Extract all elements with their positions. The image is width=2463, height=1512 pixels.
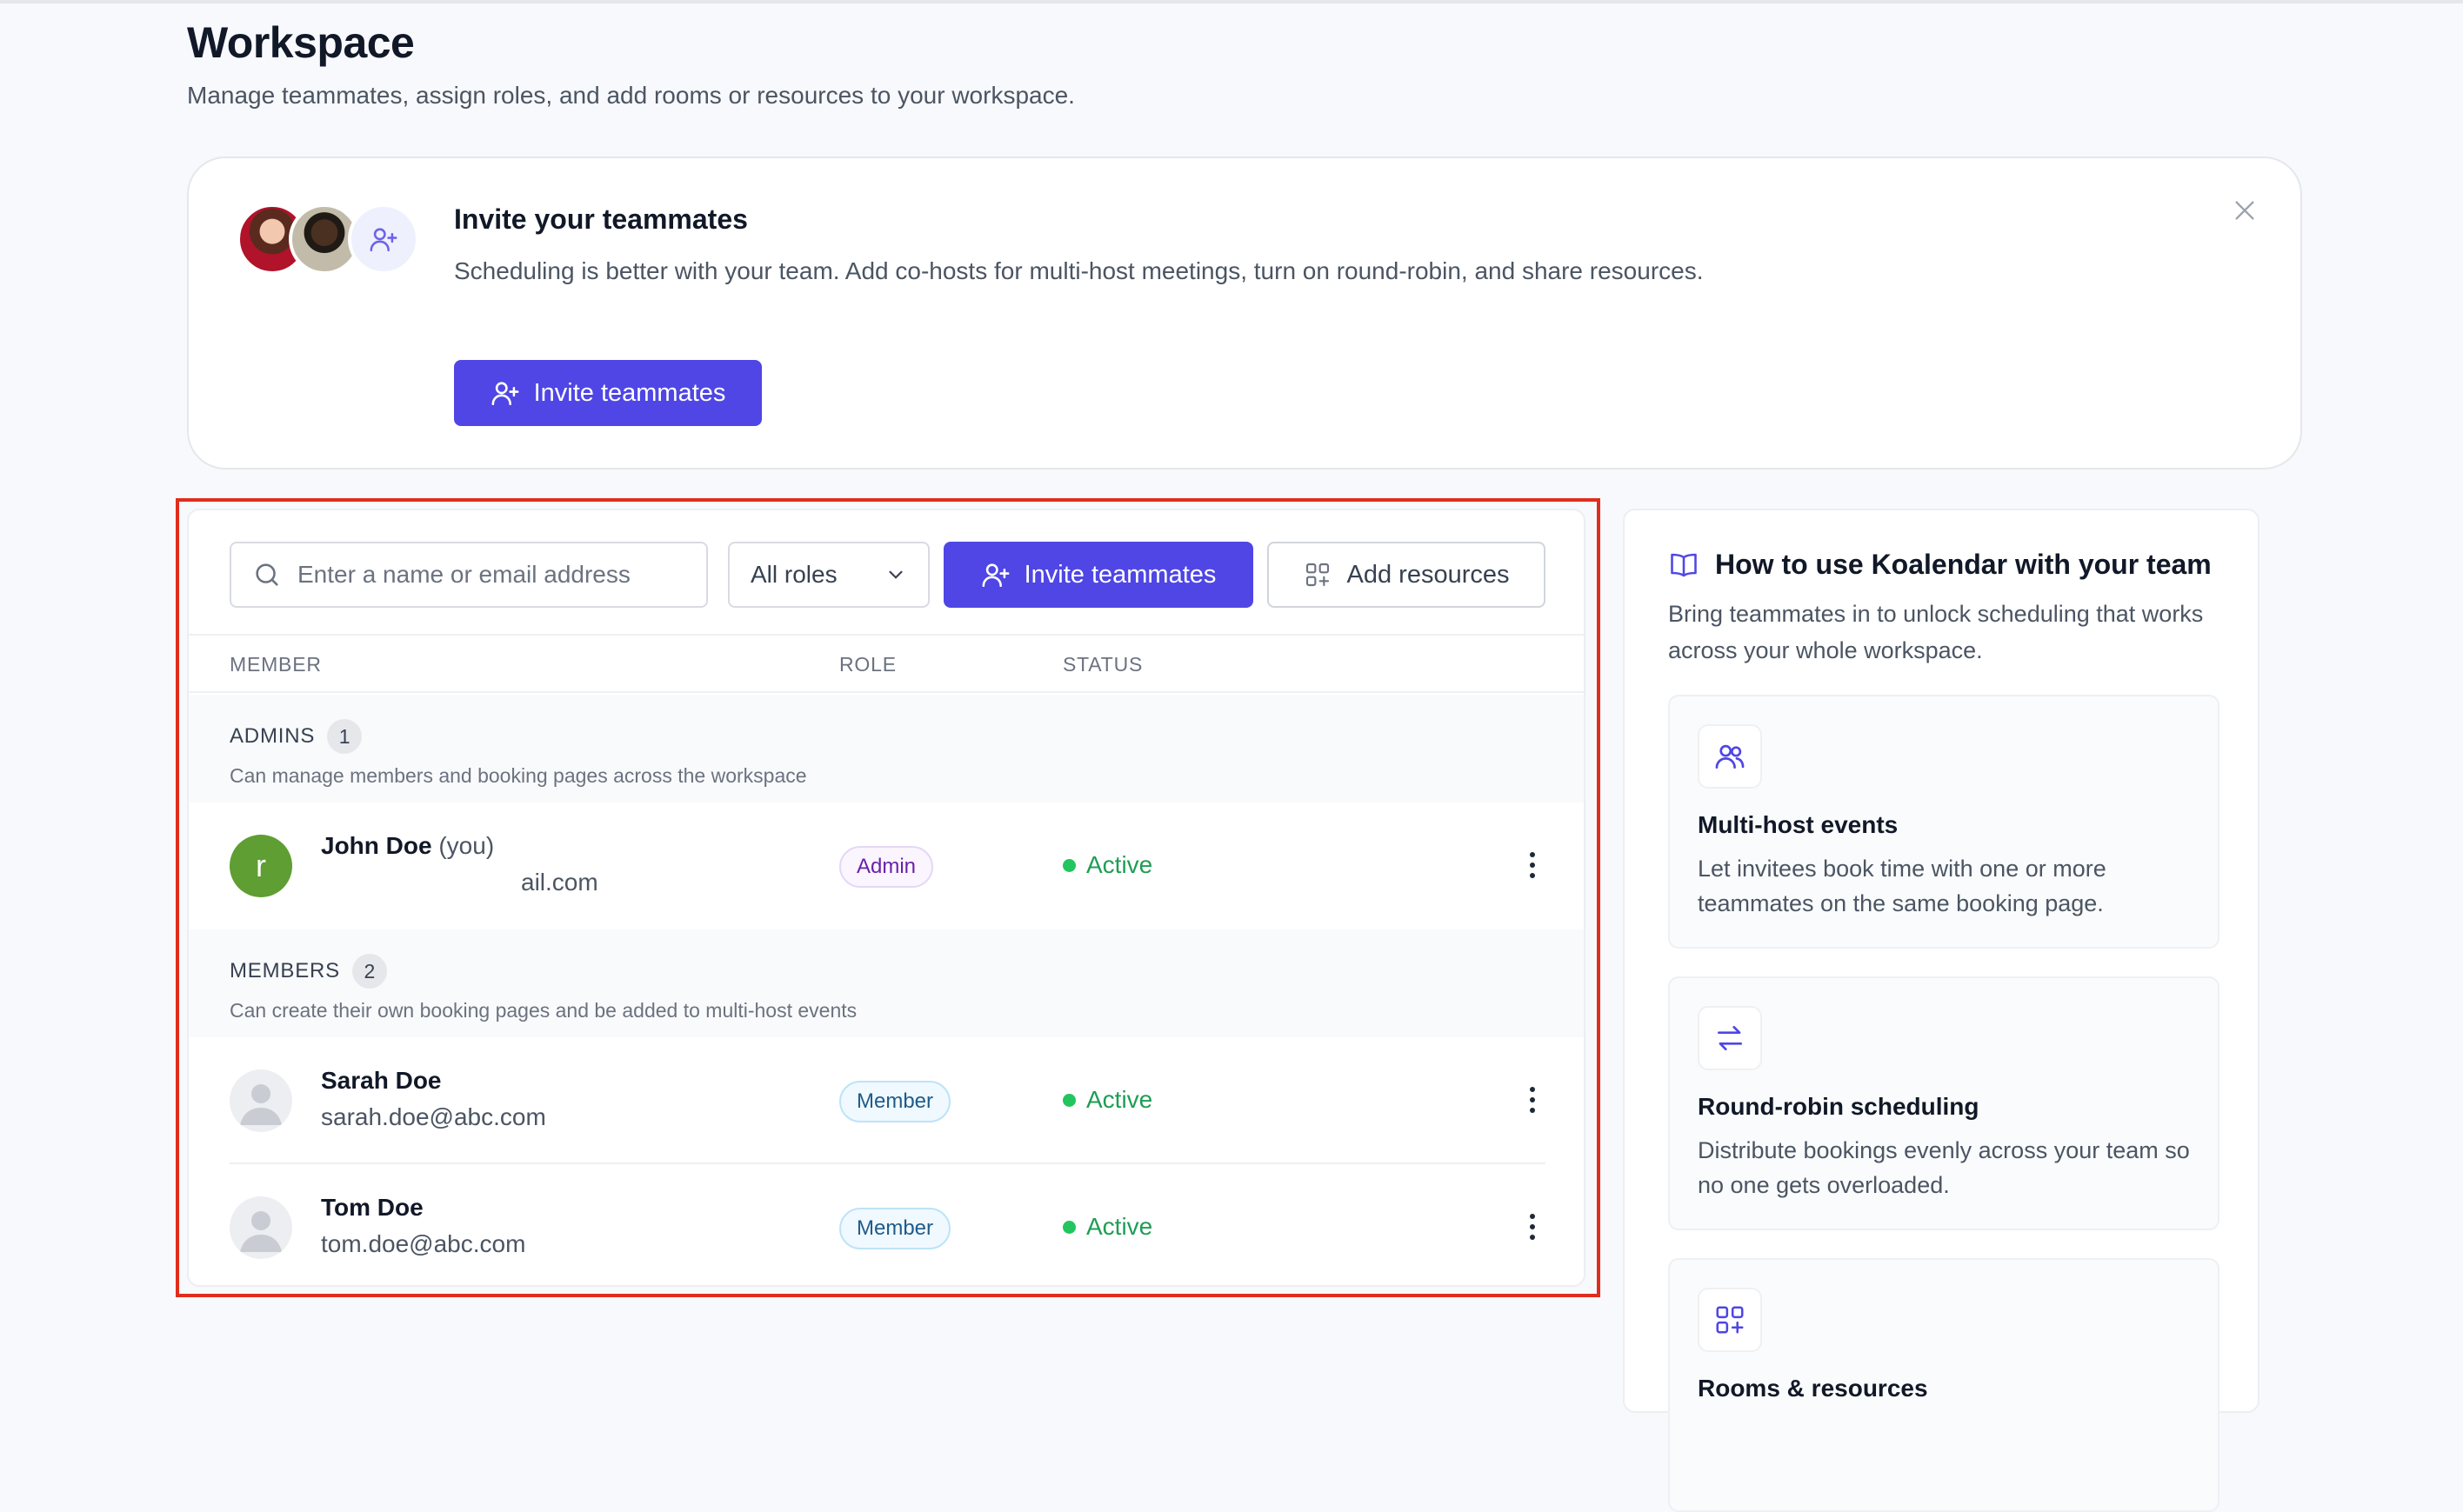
role-badge: Member — [839, 1081, 951, 1122]
search-icon — [256, 563, 278, 586]
roles-dropdown-value: All roles — [751, 561, 838, 588]
avatar — [230, 1196, 292, 1259]
invite-teammates-label: Invite teammates — [1024, 560, 1217, 589]
guide-description: Bring teammates in to unlock scheduling … — [1668, 601, 2204, 663]
card-title: Multi-host events — [1698, 811, 1899, 838]
invite-teammates-button[interactable]: Invite teammates — [944, 542, 1253, 608]
add-user-icon — [348, 203, 419, 275]
table-row: r John Doe (you) ail.com Admin Active — [189, 803, 1584, 929]
more-options-icon[interactable] — [1515, 841, 1550, 889]
member-email: sarah.doe@abc.com — [321, 1103, 546, 1130]
avatar-stack — [237, 203, 428, 275]
group-count: 2 — [351, 954, 387, 989]
member-email: tom.doe@abc.com — [321, 1230, 526, 1257]
add-user-icon — [491, 382, 519, 406]
group-header-admins: ADMINS 1 Can manage members and booking … — [189, 695, 1584, 803]
column-role: ROLE — [839, 653, 897, 676]
banner-title: Invite your teammates — [454, 203, 748, 235]
group-description: Can create their own booking pages and b… — [230, 999, 858, 1022]
more-options-icon[interactable] — [1515, 1202, 1550, 1251]
member-email: ail.com — [521, 869, 598, 896]
member-name: Sarah Doe — [321, 1067, 442, 1094]
status-badge: Active — [1063, 1213, 1152, 1241]
top-divider — [0, 0, 2463, 3]
members-toolbar: All roles Invite teammates Add resources — [189, 510, 1584, 636]
guide-title: How to use Koalendar with your team — [1668, 549, 2212, 581]
status-text: Active — [1086, 851, 1153, 878]
invite-banner: Invite your teammates Scheduling is bett… — [187, 157, 2302, 470]
member-name: Tom Doe — [321, 1194, 424, 1221]
page-title: Workspace — [187, 18, 415, 67]
team-guide-panel: How to use Koalendar with your team Brin… — [1623, 509, 2259, 1512]
status-text: Active — [1086, 1086, 1153, 1113]
table-header: MEMBER ROLE STATUS — [189, 636, 1584, 693]
add-resources-button[interactable]: Add resources — [1267, 542, 1545, 608]
chevron-down-icon — [889, 570, 903, 579]
column-status: STATUS — [1063, 653, 1144, 676]
status-dot — [1063, 1093, 1076, 1107]
resources-grid-icon — [1698, 1288, 1762, 1352]
avatar — [230, 1069, 292, 1132]
role-badge: Admin — [839, 846, 934, 888]
resources-grid-icon — [1305, 563, 1329, 587]
guide-card-multi-host: Multi-host events Let invitees book time… — [1668, 695, 2219, 949]
status-badge: Active — [1063, 851, 1152, 879]
avatar: r — [230, 835, 292, 897]
table-row: Sarah Doe sarah.doe@abc.com Member Activ… — [189, 1037, 1584, 1164]
status-dot — [1063, 1220, 1076, 1234]
card-title: Rooms & resources — [1698, 1375, 1928, 1402]
role-badge: Member — [839, 1208, 951, 1249]
status-text: Active — [1086, 1213, 1153, 1240]
guide-card-rooms-resources: Rooms & resources — [1668, 1258, 2219, 1512]
card-text: Distribute bookings evenly across your t… — [1698, 1137, 2190, 1198]
you-label: (you) — [438, 832, 495, 859]
status-dot — [1063, 858, 1076, 872]
group-title: MEMBERS 2 — [230, 954, 387, 989]
members-panel: All roles Invite teammates Add resources… — [187, 509, 1585, 1287]
group-count: 1 — [327, 719, 363, 754]
book-icon — [1671, 553, 1697, 576]
page-subtitle: Manage teammates, assign roles, and add … — [187, 82, 1075, 109]
search-input[interactable] — [297, 561, 680, 589]
card-text: Let invitees book time with one or more … — [1698, 856, 2106, 916]
roles-dropdown[interactable]: All roles — [728, 542, 930, 608]
group-title: ADMINS 1 — [230, 719, 363, 754]
group-title-text: MEMBERS — [230, 959, 340, 982]
close-icon[interactable] — [2231, 196, 2259, 224]
member-name: John Doe (you) — [321, 832, 494, 860]
add-resources-label: Add resources — [1346, 560, 1510, 589]
guide-title-text: How to use Koalendar with your team — [1715, 549, 2212, 580]
arrows-swap-icon — [1698, 1006, 1762, 1070]
users-icon — [1698, 724, 1762, 789]
search-box[interactable] — [230, 542, 708, 608]
status-badge: Active — [1063, 1086, 1152, 1114]
more-options-icon[interactable] — [1515, 1076, 1550, 1124]
group-description: Can manage members and booking pages acr… — [230, 764, 807, 787]
card-title: Round-robin scheduling — [1698, 1093, 1979, 1120]
banner-text: Scheduling is better with your team. Add… — [454, 257, 1704, 284]
group-header-members: MEMBERS 2 Can create their own booking p… — [189, 929, 1584, 1037]
table-row: Tom Doe tom.doe@abc.com Member Active — [189, 1164, 1584, 1285]
banner-invite-button[interactable]: Invite teammates — [454, 360, 762, 426]
add-user-icon — [982, 563, 1010, 588]
guide-card-round-robin: Round-robin scheduling Distribute bookin… — [1668, 976, 2219, 1230]
group-title-text: ADMINS — [230, 724, 316, 748]
column-member: MEMBER — [230, 653, 322, 676]
banner-invite-label: Invite teammates — [533, 378, 726, 407]
member-name-text: John Doe — [321, 832, 432, 859]
